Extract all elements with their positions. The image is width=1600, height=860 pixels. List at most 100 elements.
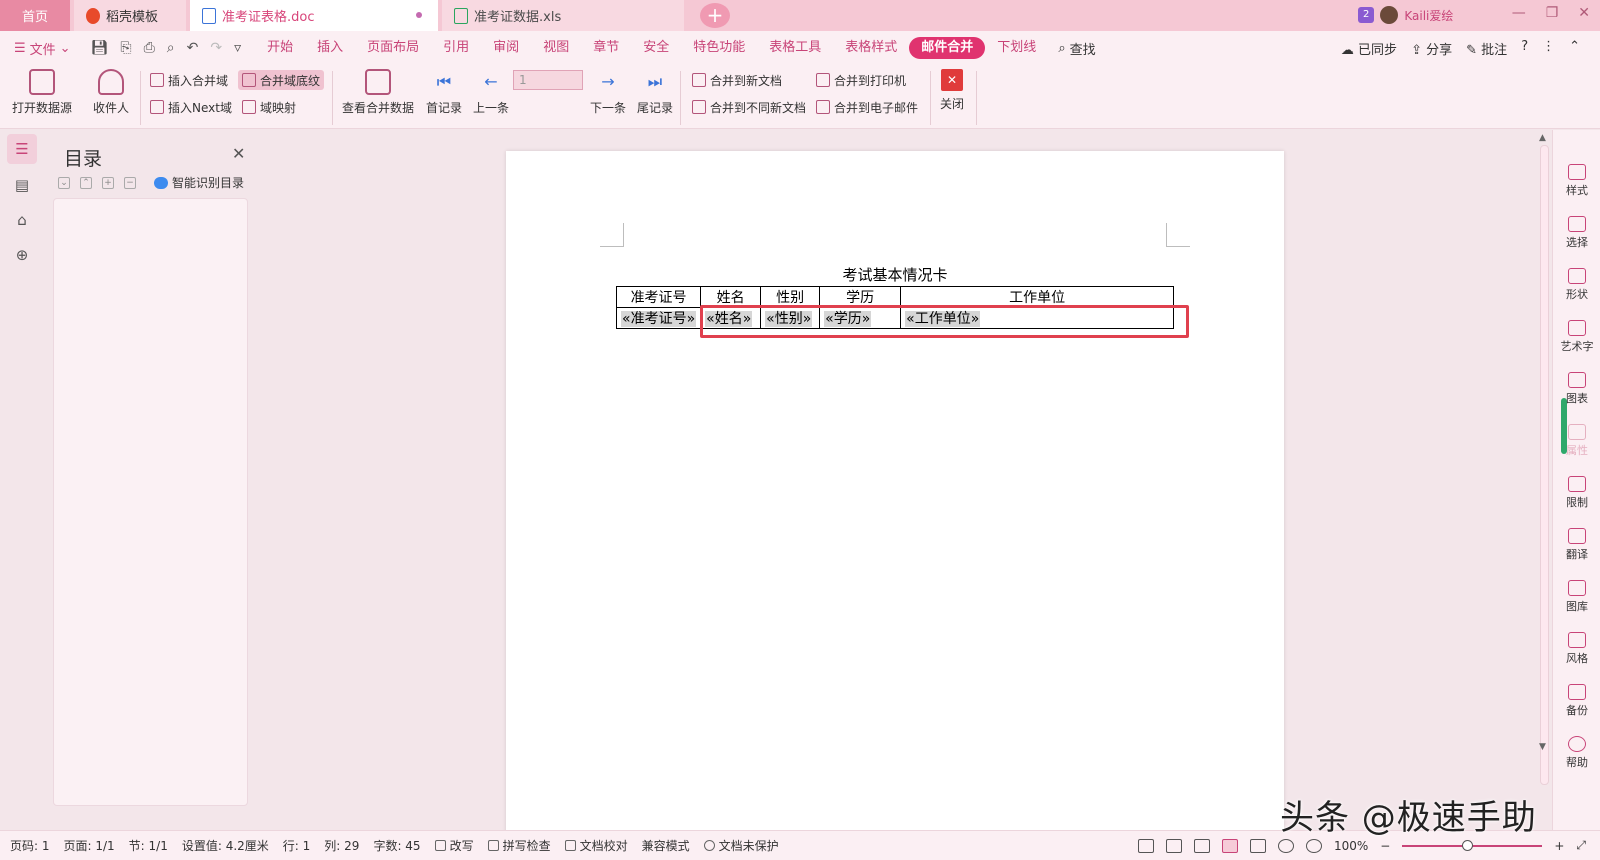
spell-check-toggle[interactable]: 拼写检查 bbox=[487, 837, 551, 854]
outline-view-icon[interactable] bbox=[1249, 838, 1266, 853]
insert-merge-field-button[interactable]: 插入合并域 bbox=[150, 70, 228, 90]
find-replace-icon[interactable]: ⊕ bbox=[7, 240, 37, 270]
sidebar-properties[interactable]: 属性 bbox=[1553, 424, 1600, 458]
status-column[interactable]: 列: 29 bbox=[324, 837, 359, 854]
previous-record-button[interactable]: ← 上一条 bbox=[473, 69, 509, 116]
eye-protect-icon[interactable] bbox=[1305, 838, 1322, 853]
sidebar-translate[interactable]: 翻译 bbox=[1553, 528, 1600, 562]
fit-window-icon[interactable]: ⤢ bbox=[1576, 838, 1586, 853]
sidebar-select[interactable]: 选择 bbox=[1553, 216, 1600, 250]
close-window-icon[interactable]: ✕ bbox=[1578, 5, 1590, 21]
sidebar-style[interactable]: 样式 bbox=[1553, 164, 1600, 198]
bookmark-icon[interactable]: ⌂ bbox=[7, 205, 37, 235]
zoom-level[interactable]: 100% bbox=[1334, 839, 1368, 853]
tab-page-layout[interactable]: 页面布局 bbox=[355, 37, 431, 59]
file-menu-button[interactable]: ☰ 文件 ⌄ bbox=[14, 39, 71, 58]
next-record-button[interactable]: → 下一条 bbox=[590, 69, 626, 116]
remove-icon[interactable]: − bbox=[124, 176, 136, 189]
web-view-icon[interactable] bbox=[1277, 838, 1294, 853]
tab-underline[interactable]: 下划线 bbox=[985, 37, 1048, 59]
more-icon[interactable]: ⋮ bbox=[1542, 39, 1555, 58]
edit-mode-icon[interactable] bbox=[1193, 838, 1210, 853]
record-number-input[interactable]: 1 bbox=[513, 70, 583, 90]
tab-references[interactable]: 引用 bbox=[431, 37, 481, 59]
smart-toc-button[interactable]: 智能识别目录 bbox=[154, 174, 244, 191]
expand-icon[interactable]: ⌄ bbox=[58, 176, 70, 189]
insert-next-field-button[interactable]: 插入Next域 bbox=[150, 97, 232, 117]
outline-list-icon[interactable]: ☰ bbox=[7, 134, 37, 164]
overtype-toggle[interactable]: 改写 bbox=[434, 837, 474, 854]
customize-icon[interactable]: ▿ bbox=[234, 40, 241, 56]
tab-table-tools[interactable]: 表格工具 bbox=[757, 37, 833, 59]
tab-doc-file[interactable]: 准考证表格.doc bbox=[190, 0, 438, 31]
pages-icon[interactable]: ▤ bbox=[7, 170, 37, 200]
sidebar-shape[interactable]: 形状 bbox=[1553, 268, 1600, 302]
new-tab-button[interactable]: + bbox=[700, 3, 730, 28]
close-mail-merge-button[interactable]: ✕ 关闭 bbox=[940, 69, 964, 112]
sidebar-restrict[interactable]: 限制 bbox=[1553, 476, 1600, 510]
zoom-slider[interactable] bbox=[1402, 839, 1543, 851]
tab-start[interactable]: 开始 bbox=[255, 37, 305, 59]
restore-icon[interactable]: ❐ bbox=[1546, 5, 1559, 21]
sync-button[interactable]: ☁ 已同步 bbox=[1341, 39, 1397, 58]
merge-to-different-docs-button[interactable]: 合并到不同新文档 bbox=[692, 97, 806, 117]
sidebar-theme[interactable]: 风格 bbox=[1553, 632, 1600, 666]
add-icon[interactable]: + bbox=[102, 176, 114, 189]
sidebar-chart[interactable]: 图表 bbox=[1553, 372, 1600, 406]
open-data-source-button[interactable]: 打开数据源 bbox=[12, 69, 72, 116]
status-setting[interactable]: 设置值: 4.2厘米 bbox=[182, 837, 269, 854]
help-icon[interactable]: ? bbox=[1521, 39, 1528, 58]
redo-icon[interactable]: ↷ bbox=[210, 40, 222, 56]
search-button[interactable]: ⌕ 查找 bbox=[1058, 39, 1095, 58]
tab-home[interactable]: 首页 bbox=[0, 0, 70, 31]
status-page-number[interactable]: 页码: 1 bbox=[10, 837, 50, 854]
merge-to-printer-button[interactable]: 合并到打印机 bbox=[816, 70, 906, 90]
merge-field-shading-button[interactable]: 合并域底纹 bbox=[238, 70, 325, 90]
close-pane-icon[interactable]: ✕ bbox=[232, 144, 245, 163]
merge-field-cell[interactable]: «准考证号» bbox=[615, 307, 702, 329]
header-cell[interactable]: 准考证号 bbox=[615, 286, 702, 308]
reading-mode-icon[interactable] bbox=[1165, 838, 1182, 853]
print-icon[interactable]: ⎙ bbox=[144, 40, 155, 56]
sidebar-gallery[interactable]: 图库 bbox=[1553, 580, 1600, 614]
scroll-up-icon[interactable]: ▲ bbox=[1539, 133, 1546, 143]
proofread-button[interactable]: 文档校对 bbox=[564, 837, 628, 854]
tab-xls-file[interactable]: 准考证数据.xls bbox=[442, 0, 684, 31]
fullscreen-icon[interactable] bbox=[1137, 838, 1154, 853]
tab-insert[interactable]: 插入 bbox=[305, 37, 355, 59]
last-record-button[interactable]: ⏭ 尾记录 bbox=[637, 69, 673, 116]
status-word-count[interactable]: 字数: 45 bbox=[373, 837, 420, 854]
tab-chapter[interactable]: 章节 bbox=[581, 37, 631, 59]
merge-to-new-doc-button[interactable]: 合并到新文档 bbox=[692, 70, 782, 90]
sidebar-wordart[interactable]: 艺术字 bbox=[1553, 320, 1600, 354]
save-icon[interactable]: 💾︎ bbox=[91, 40, 109, 56]
tab-mail-merge[interactable]: 邮件合并 bbox=[909, 37, 986, 59]
tab-features[interactable]: 特色功能 bbox=[681, 37, 757, 59]
status-row[interactable]: 行: 1 bbox=[283, 837, 311, 854]
document-page[interactable]: 考试基本情况卡 准考证号 姓名 性别 学历 工作单位 «准考证号» «姓名» «… bbox=[506, 151, 1284, 841]
status-section[interactable]: 节: 1/1 bbox=[129, 837, 168, 854]
merge-to-email-button[interactable]: 合并到电子邮件 bbox=[816, 97, 918, 117]
undo-icon[interactable]: ↶ bbox=[187, 40, 199, 56]
field-mapping-button[interactable]: 域映射 bbox=[242, 97, 296, 117]
sidebar-backup[interactable]: 备份 bbox=[1553, 684, 1600, 718]
recipients-button[interactable]: 收件人 bbox=[93, 69, 129, 116]
status-pages[interactable]: 页面: 1/1 bbox=[64, 837, 115, 854]
share-button[interactable]: ⇪ 分享 bbox=[1411, 39, 1452, 58]
scroll-down-icon[interactable]: ▼ bbox=[1539, 742, 1546, 752]
view-merged-data-button[interactable]: 查看合并数据 bbox=[342, 69, 414, 116]
vertical-scrollbar[interactable]: ▲ ▼ bbox=[1536, 130, 1552, 830]
comment-button[interactable]: ✎ 批注 bbox=[1466, 39, 1507, 58]
zoom-handle[interactable] bbox=[1462, 839, 1474, 851]
tab-view[interactable]: 视图 bbox=[531, 37, 581, 59]
page-view-icon[interactable] bbox=[1221, 838, 1238, 853]
doc-protection[interactable]: 文档未保护 bbox=[703, 837, 779, 854]
zoom-in-icon[interactable]: + bbox=[1554, 839, 1564, 853]
print-preview-icon[interactable]: ⌕ bbox=[167, 40, 175, 56]
format-painter-icon[interactable]: ⎘ bbox=[120, 40, 131, 56]
tab-docer-templates[interactable]: 稻壳模板 bbox=[74, 0, 186, 31]
tab-review[interactable]: 审阅 bbox=[481, 37, 531, 59]
scroll-thumb[interactable] bbox=[1540, 145, 1549, 785]
collapse-icon[interactable]: ⌃ bbox=[80, 176, 92, 189]
first-record-button[interactable]: ⏮ 首记录 bbox=[426, 69, 462, 116]
